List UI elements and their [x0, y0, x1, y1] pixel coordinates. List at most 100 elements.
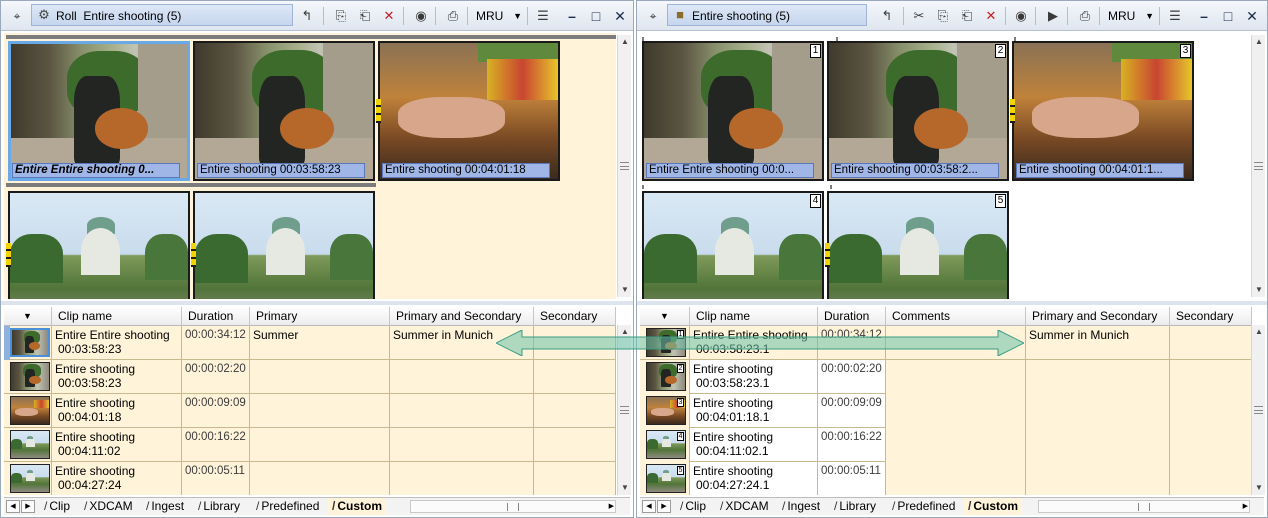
- secondary-cell[interactable]: [534, 428, 616, 462]
- tab-next-icon[interactable]: ▶: [657, 500, 671, 513]
- primary-cell[interactable]: [250, 428, 390, 462]
- minimize-icon[interactable]: –: [1195, 6, 1213, 26]
- view-icon[interactable]: ◉: [411, 6, 431, 26]
- scroll-up-icon[interactable]: ▲: [618, 325, 632, 339]
- secondary-cell[interactable]: [1170, 428, 1252, 462]
- comments-cell[interactable]: [886, 394, 1026, 428]
- scroll-up-icon[interactable]: ▲: [618, 35, 632, 49]
- secondary-cell[interactable]: [1170, 360, 1252, 394]
- table-row[interactable]: Entire shooting 00:03:58:23 00:00:02:20: [4, 360, 616, 394]
- table-row[interactable]: 2 Entire shooting 00:03:58:23.1 00:00:02:…: [640, 360, 1252, 394]
- column-header[interactable]: Comments: [886, 307, 1026, 326]
- secondary-cell[interactable]: [534, 462, 616, 495]
- primary-cell[interactable]: [250, 394, 390, 428]
- primary-cell[interactable]: [250, 462, 390, 495]
- scroll-grip-icon[interactable]: [1254, 162, 1263, 170]
- secondary-cell[interactable]: [1170, 326, 1252, 360]
- mru-dropdown[interactable]: MRU ▼: [1103, 6, 1157, 26]
- scroll-right-icon[interactable]: ▶: [609, 501, 614, 512]
- scroll-right-icon[interactable]: ▶: [1243, 501, 1248, 512]
- left-title-tab[interactable]: ⚙ Roll Entire shooting (5): [31, 4, 293, 26]
- clip-thumbnail[interactable]: 2 Entire shooting 00:03:58:2...: [827, 41, 1009, 181]
- table-scrollbar[interactable]: ▲ ▼: [1251, 325, 1265, 495]
- clip-thumbnail[interactable]: 1 Entire Entire shooting 00:0...: [642, 41, 824, 181]
- primary-secondary-cell[interactable]: [1026, 428, 1170, 462]
- right-title-tab[interactable]: ■ Entire shooting (5): [667, 4, 867, 26]
- table-row[interactable]: Entire shooting 00:04:27:24 00:00:05:11: [4, 462, 616, 495]
- table-scrollbar[interactable]: ▲ ▼: [617, 325, 631, 495]
- close-icon[interactable]: ✕: [1243, 6, 1261, 26]
- paste-icon[interactable]: ⎗: [355, 6, 375, 26]
- clip-thumbnail[interactable]: 3 Entire shooting 00:04:01:1...: [1010, 41, 1194, 181]
- pane-splitter[interactable]: [637, 301, 1267, 305]
- clip-thumbnail[interactable]: [191, 191, 375, 299]
- clip-thumbnail[interactable]: Entire Entire shooting 0...: [8, 41, 190, 181]
- tab-clip[interactable]: Clip: [676, 498, 710, 515]
- secondary-cell[interactable]: [1170, 394, 1252, 428]
- tab-ingest[interactable]: Ingest: [778, 498, 824, 515]
- column-header[interactable]: Clip name: [690, 307, 818, 326]
- tab-ingest[interactable]: Ingest: [142, 498, 188, 515]
- sort-menu-icon[interactable]: ▼: [640, 307, 690, 326]
- column-header[interactable]: Secondary: [1170, 307, 1252, 326]
- folder-up-icon[interactable]: ↰: [877, 6, 897, 26]
- table-row[interactable]: 1 Entire Entire shooting 00:03:58:23.1 00…: [640, 326, 1252, 360]
- close-icon[interactable]: ✕: [611, 6, 629, 26]
- column-header[interactable]: Duration: [182, 307, 250, 326]
- primary-secondary-cell[interactable]: [390, 394, 534, 428]
- comments-cell[interactable]: [886, 428, 1026, 462]
- clip-thumbnail[interactable]: Entire shooting 00:04:01:18: [376, 41, 560, 181]
- tab-predefined[interactable]: Predefined: [252, 498, 323, 515]
- primary-cell[interactable]: [250, 360, 390, 394]
- copy-icon[interactable]: ⎘: [331, 6, 351, 26]
- primary-secondary-cell[interactable]: [390, 462, 534, 495]
- table-row[interactable]: 4 Entire shooting 00:04:11:02.1 00:00:16:…: [640, 428, 1252, 462]
- column-header[interactable]: Primary and Secondary: [1026, 307, 1170, 326]
- tab-library[interactable]: Library: [194, 498, 244, 515]
- primary-cell[interactable]: Summer: [250, 326, 390, 360]
- primary-secondary-cell[interactable]: Summer in Munich: [390, 326, 534, 360]
- clip-thumbnail[interactable]: 4: [642, 191, 824, 299]
- secondary-cell[interactable]: [534, 360, 616, 394]
- scroll-grip-icon[interactable]: [507, 503, 519, 511]
- primary-secondary-cell[interactable]: [1026, 394, 1170, 428]
- comments-cell[interactable]: [886, 326, 1026, 360]
- primary-secondary-cell[interactable]: [1026, 360, 1170, 394]
- properties-icon[interactable]: ☰: [1165, 6, 1185, 26]
- clip-thumbnail[interactable]: Entire shooting 00:03:58:23: [193, 41, 375, 181]
- scroll-down-icon[interactable]: ▼: [618, 481, 632, 495]
- clip-thumbnail[interactable]: 5: [825, 191, 1009, 299]
- maximize-icon[interactable]: □: [1219, 6, 1237, 26]
- tab-next-icon[interactable]: ▶: [21, 500, 35, 513]
- scroll-down-icon[interactable]: ▼: [1252, 283, 1266, 297]
- tab-xdcam[interactable]: XDCAM: [80, 498, 137, 515]
- horizontal-scrollbar[interactable]: ▶: [410, 500, 616, 513]
- comments-cell[interactable]: [886, 462, 1026, 495]
- primary-secondary-cell[interactable]: [390, 360, 534, 394]
- scroll-grip-icon[interactable]: [1138, 503, 1150, 511]
- column-header[interactable]: Primary and Secondary: [390, 307, 534, 326]
- scroll-up-icon[interactable]: ▲: [1252, 35, 1266, 49]
- column-header[interactable]: Clip name: [52, 307, 182, 326]
- table-row[interactable]: Entire shooting 00:04:01:18 00:00:09:09: [4, 394, 616, 428]
- play-sequence-icon[interactable]: ▶: [1043, 6, 1063, 26]
- scroll-down-icon[interactable]: ▼: [1252, 481, 1266, 495]
- primary-secondary-cell[interactable]: [390, 428, 534, 462]
- tab-predefined[interactable]: Predefined: [888, 498, 959, 515]
- secondary-cell[interactable]: [534, 394, 616, 428]
- column-header[interactable]: Primary: [250, 307, 390, 326]
- maximize-icon[interactable]: □: [587, 6, 605, 26]
- pin-icon[interactable]: ⌖: [645, 8, 661, 24]
- tab-xdcam[interactable]: XDCAM: [716, 498, 773, 515]
- view-icon[interactable]: ◉: [1011, 6, 1031, 26]
- tab-prev-icon[interactable]: ◀: [6, 500, 20, 513]
- delete-icon[interactable]: ✕: [379, 6, 399, 26]
- tab-clip[interactable]: Clip: [40, 498, 74, 515]
- sort-menu-icon[interactable]: ▼: [4, 307, 52, 326]
- comments-cell[interactable]: [886, 360, 1026, 394]
- tab-prev-icon[interactable]: ◀: [642, 500, 656, 513]
- tab-custom[interactable]: Custom: [964, 498, 1023, 515]
- delete-icon[interactable]: ✕: [981, 6, 1001, 26]
- tab-custom[interactable]: Custom: [328, 498, 387, 515]
- clip-thumbnail[interactable]: [6, 191, 190, 299]
